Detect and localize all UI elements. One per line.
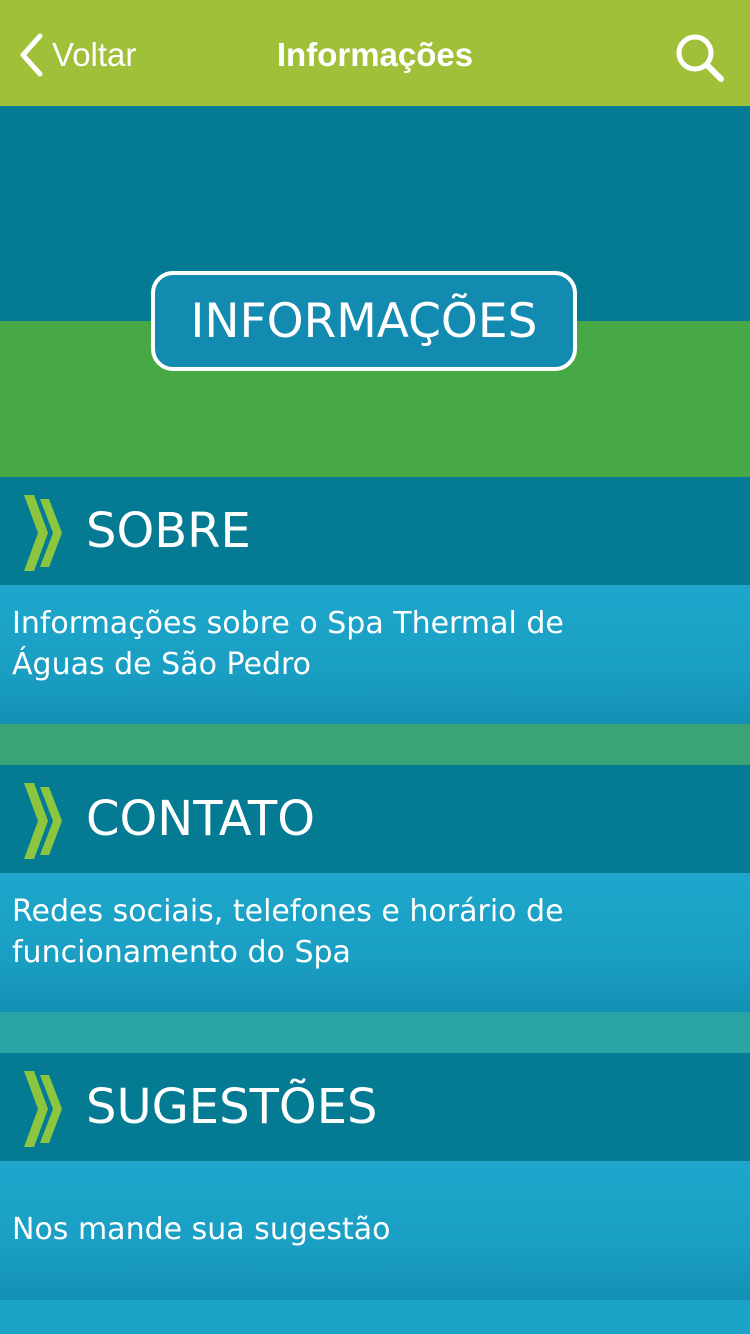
section-header-contato[interactable]: CONTATO	[0, 765, 750, 873]
section-body-sugestoes[interactable]: Nos mande sua sugestão	[0, 1161, 750, 1300]
section-body-contato[interactable]: Redes sociais, telefones e horário de fu…	[0, 873, 750, 1012]
double-chevron-right-icon	[24, 495, 62, 571]
section-header-sugestoes[interactable]: SUGESTÕES	[0, 1053, 750, 1161]
section-title: SOBRE	[86, 503, 251, 559]
double-chevron-right-icon	[24, 783, 62, 859]
section-divider	[0, 1012, 750, 1053]
section-sugestoes: SUGESTÕES Nos mande sua sugestão	[0, 1053, 750, 1300]
section-sobre: SOBRE Informações sobre o Spa Thermal de…	[0, 477, 750, 724]
section-description: Nos mande sua sugestão	[12, 1212, 391, 1247]
section-contato: CONTATO Redes sociais, telefones e horár…	[0, 765, 750, 1012]
section-divider	[0, 724, 750, 765]
navigation-bar: Voltar Informações	[0, 0, 750, 106]
search-icon	[676, 34, 724, 82]
bottom-filler	[0, 1300, 750, 1334]
hero-badge-text: INFORMAÇÕES	[190, 293, 538, 349]
page-title: Informações	[276, 36, 474, 73]
section-description: Informações sobre o Spa Thermal de Águas…	[12, 606, 564, 682]
search-button[interactable]	[672, 30, 728, 86]
section-title: CONTATO	[86, 791, 316, 847]
hero-banner: INFORMAÇÕES	[0, 106, 750, 477]
section-body-sobre[interactable]: Informações sobre o Spa Thermal de Águas…	[0, 585, 750, 724]
section-title: SUGESTÕES	[86, 1079, 378, 1135]
section-header-sobre[interactable]: SOBRE	[0, 477, 750, 585]
double-chevron-right-icon	[24, 1071, 62, 1147]
section-description: Redes sociais, telefones e horário de fu…	[12, 894, 564, 970]
hero-badge: INFORMAÇÕES	[151, 271, 577, 371]
